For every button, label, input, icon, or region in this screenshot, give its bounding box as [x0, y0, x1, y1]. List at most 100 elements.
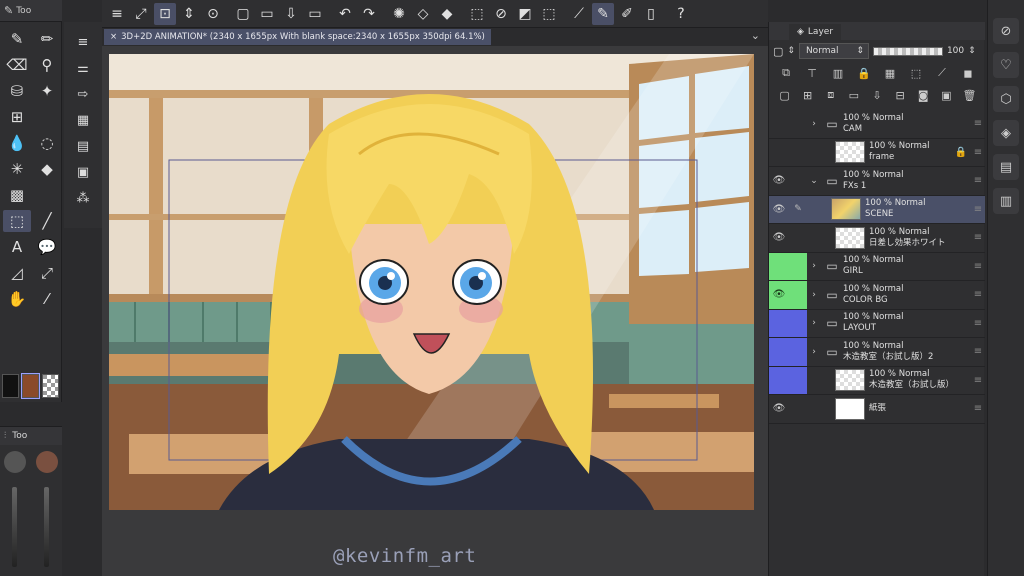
- fill-tool-icon[interactable]: ⛁: [3, 80, 31, 102]
- delete-icon[interactable]: 🗑: [960, 89, 978, 102]
- chevron-right-icon[interactable]: ›: [807, 119, 821, 129]
- arrow-right-icon[interactable]: ⇨: [72, 84, 94, 104]
- layer-row[interactable]: › ▭ 100 % Normal 木造教室（お試し版）2 ≡: [769, 338, 985, 367]
- visibility-toggle[interactable]: [769, 139, 789, 167]
- redo-icon[interactable]: ↷: [358, 3, 380, 25]
- new-raster-layer-icon[interactable]: ▢: [776, 89, 794, 102]
- layer-drag-handle[interactable]: ≡: [971, 175, 985, 186]
- layer-tab[interactable]: ◈ Layer: [789, 24, 842, 40]
- layer-property-icon[interactable]: ⬡: [993, 86, 1019, 112]
- open-icon[interactable]: ▭: [256, 3, 278, 25]
- layer-row[interactable]: 👁 ✎ 100 % Normal SCENE ≡: [769, 195, 985, 224]
- eraser-tool-icon[interactable]: ⌫: [3, 54, 31, 76]
- main-color-swatch[interactable]: [2, 374, 19, 398]
- undo-icon[interactable]: ↶: [334, 3, 356, 25]
- chevron-icon[interactable]: ≡: [72, 32, 94, 52]
- edit-lock-toggle[interactable]: [789, 224, 807, 252]
- layer-row[interactable]: 👁 ⌄ ▭ 100 % Normal FXs 1 ≡: [769, 167, 985, 196]
- chevron-right-icon[interactable]: ›: [807, 347, 821, 357]
- canvas-area[interactable]: [102, 46, 768, 576]
- layer-drag-handle[interactable]: ≡: [971, 118, 985, 129]
- merge-icon[interactable]: ⊟: [891, 89, 909, 102]
- zoom-icon[interactable]: ⊡: [154, 2, 176, 25]
- layer-drag-handle[interactable]: ≡: [971, 232, 985, 243]
- pen-icon[interactable]: ✐: [616, 3, 638, 25]
- blend-mode-select[interactable]: Normal ⇕: [798, 43, 869, 59]
- layer-drag-handle[interactable]: ≡: [971, 289, 985, 300]
- invert-icon[interactable]: ◩: [514, 3, 536, 25]
- droplets-icon[interactable]: ⁂: [72, 188, 94, 208]
- ruler-icon[interactable]: ⟋: [933, 66, 951, 80]
- visibility-toggle[interactable]: [769, 338, 789, 366]
- visibility-toggle[interactable]: [769, 252, 789, 280]
- eyedropper-tool-icon[interactable]: ⁄: [33, 288, 61, 310]
- visibility-toggle[interactable]: [769, 309, 789, 337]
- edit-lock-toggle[interactable]: [789, 281, 807, 309]
- layer-drag-handle[interactable]: ≡: [971, 261, 985, 272]
- layer-row[interactable]: 100 % Normal frame 🔒 ≡: [769, 139, 985, 167]
- edit-lock-toggle[interactable]: [789, 309, 807, 337]
- layer-drag-handle[interactable]: ≡: [971, 318, 985, 329]
- new-folder-icon[interactable]: ▭: [845, 89, 863, 102]
- chevron-right-icon[interactable]: ›: [807, 318, 821, 328]
- pen-tool-icon[interactable]: ✎: [3, 28, 31, 50]
- view-icon[interactable]: ⊙: [202, 3, 224, 25]
- ruler-icon[interactable]: ⟋: [568, 3, 590, 25]
- mask-apply-icon[interactable]: ▣: [937, 89, 955, 102]
- visibility-toggle[interactable]: [769, 110, 789, 138]
- sparkle-tool-icon[interactable]: ✦: [33, 80, 61, 102]
- frame-tool-icon[interactable]: ◿: [3, 262, 31, 284]
- pencil-tool-icon[interactable]: ✏: [33, 28, 61, 50]
- layer-drag-handle[interactable]: ≡: [971, 403, 985, 414]
- loading-icon[interactable]: ✺: [388, 3, 410, 25]
- brush-size-slider[interactable]: [12, 487, 17, 567]
- select-tool-icon[interactable]: ⬚: [3, 210, 31, 232]
- transparent-color-swatch[interactable]: [42, 374, 59, 398]
- help-icon[interactable]: ?: [670, 3, 692, 25]
- edit-lock-toggle[interactable]: [789, 110, 807, 138]
- balloon-tool-icon[interactable]: 💬: [33, 236, 61, 258]
- fit-icon[interactable]: ⤢: [130, 3, 152, 25]
- visibility-toggle[interactable]: 👁: [769, 167, 789, 195]
- close-icon[interactable]: ×: [110, 32, 117, 42]
- new-vector-layer-icon[interactable]: ⊞: [799, 89, 817, 102]
- layers-dock-icon[interactable]: ◈: [993, 120, 1019, 146]
- layer-row[interactable]: › ▭ 100 % Normal GIRL ≡: [769, 252, 985, 281]
- clear-icon[interactable]: ◇: [412, 3, 434, 25]
- droplet-tool-icon[interactable]: 💧: [3, 132, 31, 154]
- chevrons-icon[interactable]: ⇕: [787, 46, 795, 56]
- document-tab[interactable]: × 3D+2D ANIMATION* (2340 x 1655px With b…: [104, 29, 491, 45]
- export-icon[interactable]: ▭: [304, 3, 326, 25]
- layer-row[interactable]: › ▭ 100 % Normal CAM ≡: [769, 110, 985, 139]
- lock-icon[interactable]: 🔒: [855, 67, 873, 80]
- layer-drag-handle[interactable]: ≡: [971, 147, 985, 158]
- visibility-toggle[interactable]: 👁: [769, 395, 789, 423]
- animation-dock-icon[interactable]: ▤: [993, 154, 1019, 180]
- new-icon[interactable]: ▢: [232, 3, 254, 25]
- lasso-tool-icon[interactable]: ◌: [33, 132, 61, 154]
- layer-row[interactable]: 👁 紙張 ≡: [769, 395, 985, 424]
- chevron-right-icon[interactable]: ›: [807, 261, 821, 271]
- brush-density-slider[interactable]: [44, 487, 49, 567]
- layer-row[interactable]: 100 % Normal 木造教室（お試し版） ≡: [769, 366, 985, 395]
- visibility-toggle[interactable]: 👁: [769, 196, 789, 224]
- sub-color-swatch[interactable]: [21, 373, 40, 399]
- navigator-icon[interactable]: ⊘: [993, 18, 1019, 44]
- transfer-icon[interactable]: ⇩: [868, 89, 886, 102]
- layer-color-icon[interactable]: ▢: [773, 45, 783, 58]
- line-tool-icon[interactable]: ╱: [33, 210, 61, 232]
- frame-icon[interactable]: ▣: [72, 162, 94, 182]
- reference-layer-icon[interactable]: ⊤: [803, 67, 821, 80]
- text-tool-icon[interactable]: A: [3, 236, 31, 258]
- artwork-canvas[interactable]: [109, 54, 754, 510]
- transform-icon[interactable]: ⬚: [466, 3, 488, 25]
- brush-icon[interactable]: ✎: [592, 2, 614, 25]
- grid-icon[interactable]: ▦: [72, 110, 94, 130]
- mask-icon[interactable]: ⬚: [907, 67, 925, 80]
- opacity-slider[interactable]: [872, 46, 943, 56]
- magic-wand-tool-icon[interactable]: ✳: [3, 158, 31, 180]
- save-icon[interactable]: ⇩: [280, 3, 302, 25]
- edit-lock-toggle[interactable]: [789, 167, 807, 195]
- deselect-icon[interactable]: ⊘: [490, 3, 512, 25]
- grid-tool-icon[interactable]: ⊞: [3, 106, 31, 128]
